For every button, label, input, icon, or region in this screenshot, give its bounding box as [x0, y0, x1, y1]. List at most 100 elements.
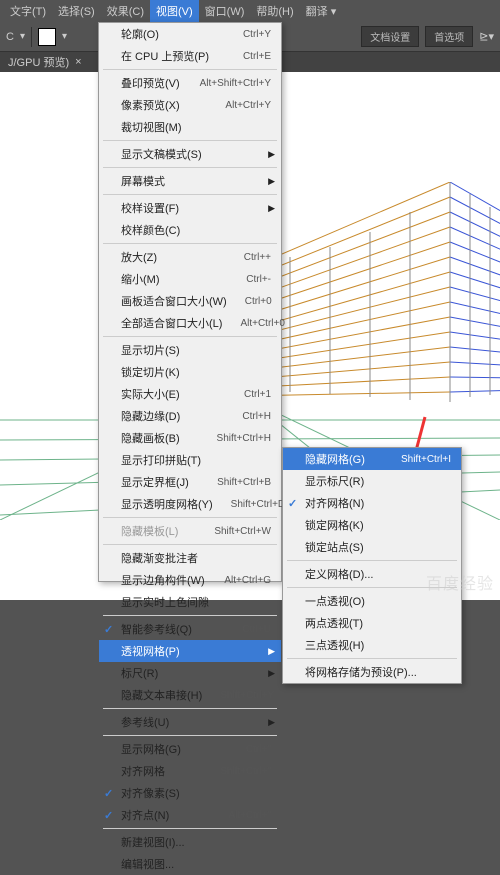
- menu-item[interactable]: 轮廓(O)Ctrl+Y: [99, 23, 281, 45]
- menu-item[interactable]: 显示网格(G)Ctrl+": [99, 738, 281, 760]
- menu-item-label: 两点透视(T): [305, 615, 451, 631]
- menu-item-label: 在 CPU 上预览(P): [121, 48, 225, 64]
- menu-item[interactable]: 显示实时上色间隙: [99, 591, 281, 613]
- menu-item[interactable]: 显示标尺(R): [283, 470, 461, 492]
- shortcut: Shift+Ctrl+H: [217, 433, 271, 444]
- menu-v[interactable]: 视图(V): [150, 0, 199, 22]
- menu-item[interactable]: 显示文稿模式(S)▶: [99, 143, 281, 165]
- menu-item[interactable]: 透视网格(P)▶: [99, 640, 281, 662]
- menu-item[interactable]: ✓智能参考线(Q)Ctrl+U: [99, 618, 281, 640]
- menu-item[interactable]: 隐藏网格(G)Shift+Ctrl+I: [283, 448, 461, 470]
- menu-item-label: 显示定界框(J): [121, 474, 199, 490]
- menu-item[interactable]: 标尺(R)▶: [99, 662, 281, 684]
- shortcut: Shift+Ctrl+I: [401, 454, 451, 465]
- separator: [103, 735, 277, 736]
- menu-item[interactable]: 屏幕模式▶: [99, 170, 281, 192]
- menu-item-label: 智能参考线(Q): [121, 621, 224, 637]
- shortcut: Ctrl+0: [245, 296, 272, 307]
- shortcut: Ctrl+": [246, 744, 271, 755]
- menu-item-label: 透视网格(P): [121, 643, 271, 659]
- prefs-button[interactable]: 首选项: [425, 26, 473, 47]
- submenu-arrow-icon: ▶: [268, 646, 275, 657]
- menu-item[interactable]: 锁定切片(K): [99, 361, 281, 383]
- close-icon[interactable]: ×: [75, 56, 81, 68]
- separator: [103, 194, 277, 195]
- menu-h[interactable]: 帮助(H): [250, 0, 299, 22]
- menu-item-label: 缩小(M): [121, 271, 228, 287]
- submenu-arrow-icon: ▶: [268, 203, 275, 214]
- shortcut: Ctrl+H: [242, 411, 271, 422]
- menu-item-label: 标尺(R): [121, 665, 271, 681]
- menu-item-label: 显示标尺(R): [305, 473, 451, 489]
- menu-item[interactable]: 锁定站点(S): [283, 536, 461, 558]
- menu-c[interactable]: 效果(C): [101, 0, 150, 22]
- check-icon: ✓: [288, 497, 297, 510]
- dropdown-icon[interactable]: ▾: [20, 31, 25, 42]
- menu-w[interactable]: 窗口(W): [199, 0, 251, 22]
- menu-item-label: 显示边角构件(W): [121, 572, 206, 588]
- menu-item[interactable]: 缩小(M) Ctrl+-: [99, 268, 281, 290]
- menu-item[interactable]: 隐藏渐变批注者: [99, 547, 281, 569]
- menu-item-label: 校样设置(F): [121, 200, 271, 216]
- submenu-arrow-icon: ▶: [268, 668, 275, 679]
- separator: [103, 615, 277, 616]
- perspective-grid-submenu: 隐藏网格(G)Shift+Ctrl+I 显示标尺(R) ✓ 对齐网格(N) 锁定网格(K…: [282, 447, 462, 684]
- menu-item[interactable]: ✓对齐点(N)Alt+Ctrl+": [99, 804, 281, 826]
- menu-item[interactable]: 放大(Z)Ctrl++: [99, 246, 281, 268]
- separator: [287, 658, 457, 659]
- menu-item[interactable]: 校样颜色(C): [99, 219, 281, 241]
- submenu-arrow-icon: ▶: [268, 149, 275, 160]
- menu-item[interactable]: 显示边角构件(W)Alt+Ctrl+G: [99, 569, 281, 591]
- menu-item[interactable]: 隐藏边缘(D)Ctrl+H: [99, 405, 281, 427]
- shortcut: Alt+Ctrl+": [229, 810, 271, 821]
- menu-item[interactable]: 隐藏文本串接(H)Shift+Ctrl+Y: [99, 684, 281, 706]
- menu-item[interactable]: 裁切视图(M): [99, 116, 281, 138]
- menu-item-label: 画板适合窗口大小(W): [121, 293, 227, 309]
- separator: [103, 517, 277, 518]
- menu-item: 隐藏模板(L)Shift+Ctrl+W: [99, 520, 281, 542]
- menu-item[interactable]: 锁定网格(K): [283, 514, 461, 536]
- menu-item[interactable]: 将网格存储为预设(P)...: [283, 661, 461, 683]
- docset-button[interactable]: 文档设置: [361, 26, 419, 47]
- separator: [103, 69, 277, 70]
- menu-item[interactable]: 显示打印拼贴(T): [99, 449, 281, 471]
- menu-item[interactable]: ✓对齐像素(S): [99, 782, 281, 804]
- separator: [103, 243, 277, 244]
- menu-item-label: 锁定站点(S): [305, 539, 451, 555]
- view-menu: 轮廓(O)Ctrl+Y在 CPU 上预览(P)Ctrl+E 叠印预览(V) Alt+…: [98, 22, 282, 582]
- shortcut: Ctrl+-: [246, 274, 271, 285]
- menu-item-label: 一点透视(O): [305, 593, 451, 609]
- menu-item[interactable]: 三点透视(H): [283, 634, 461, 656]
- menu-item[interactable]: 参考线(U)▶: [99, 711, 281, 733]
- menu-item[interactable]: 显示切片(S): [99, 339, 281, 361]
- menu-item[interactable]: 全部适合窗口大小(L)Alt+Ctrl+0: [99, 312, 281, 334]
- menu-item[interactable]: 对齐网格Shift+Ctrl+": [99, 760, 281, 782]
- menu-item[interactable]: 新建视图(I)...: [99, 831, 281, 853]
- menu-item-label: 显示实时上色间隙: [121, 594, 271, 610]
- menu-item[interactable]: ✓ 对齐网格(N): [283, 492, 461, 514]
- menu-item[interactable]: 画板适合窗口大小(W) Ctrl+0: [99, 290, 281, 312]
- menu-item[interactable]: 在 CPU 上预览(P)Ctrl+E: [99, 45, 281, 67]
- menu-item-label: 隐藏渐变批注者: [121, 550, 271, 566]
- color-swatch[interactable]: [38, 28, 56, 46]
- menu-t[interactable]: 文字(T): [4, 0, 52, 22]
- menu-item[interactable]: 显示定界框(J)Shift+Ctrl+B: [99, 471, 281, 493]
- toolbar-icon[interactable]: ⊵▾: [479, 30, 494, 43]
- menu-item-label: 裁切视图(M): [121, 119, 271, 135]
- menu-s[interactable]: 选择(S): [52, 0, 101, 22]
- menu-item[interactable]: 像素预览(X)Alt+Ctrl+Y: [99, 94, 281, 116]
- menu-item[interactable]: 实际大小(E)Ctrl+1: [99, 383, 281, 405]
- menu-item[interactable]: 编辑视图...: [99, 853, 281, 875]
- menu-item-label: 叠印预览(V): [121, 75, 182, 91]
- menu-[interactable]: 翻译 ▾: [300, 0, 343, 22]
- menu-item-label: 隐藏模板(L): [121, 523, 196, 539]
- menu-item[interactable]: 隐藏画板(B)Shift+Ctrl+H: [99, 427, 281, 449]
- menu-item[interactable]: 两点透视(T): [283, 612, 461, 634]
- menu-item[interactable]: 校样设置(F)▶: [99, 197, 281, 219]
- shortcut: Ctrl+1: [244, 389, 271, 400]
- menu-item[interactable]: 叠印预览(V) Alt+Shift+Ctrl+Y: [99, 72, 281, 94]
- shortcut: Alt+Shift+Ctrl+Y: [200, 78, 271, 89]
- menu-item[interactable]: 显示透明度网格(Y)Shift+Ctrl+D: [99, 493, 281, 515]
- dropdown-icon[interactable]: ▾: [62, 31, 67, 42]
- menu-item-label: 对齐网格(N): [305, 495, 451, 511]
